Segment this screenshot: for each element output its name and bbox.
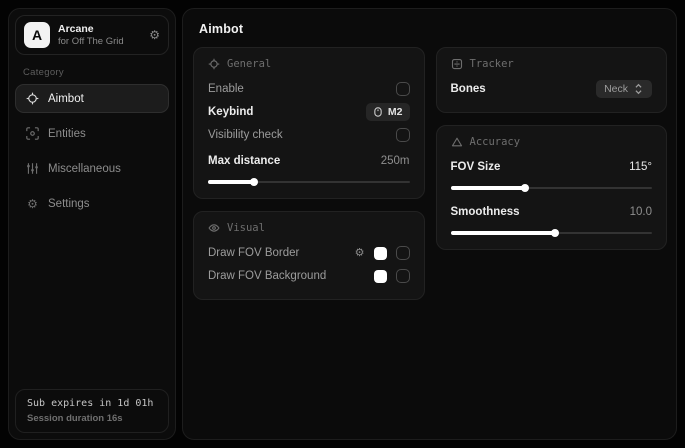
tracker-card: Tracker Bones Neck: [436, 47, 668, 113]
general-card-header: General: [208, 58, 410, 70]
keybind-row: Keybind M2: [208, 101, 410, 123]
bones-label: Bones: [451, 83, 486, 95]
sidebar: A Arcane for Off The Grid ⚙ Category Aim…: [8, 8, 176, 440]
keybind-value: M2: [388, 106, 403, 118]
app-identity: Arcane for Off The Grid: [58, 23, 141, 47]
left-column: General Enable Keybind: [193, 47, 425, 300]
max-distance-label: Max distance: [208, 155, 280, 167]
max-distance-slider[interactable]: [208, 178, 410, 186]
app-name: Arcane: [58, 23, 141, 35]
main-panel: Aimbot General Enable: [182, 8, 677, 440]
app-logo: A: [24, 22, 50, 48]
settings-gear-icon[interactable]: ⚙: [149, 29, 160, 41]
slider-fill: [208, 180, 254, 184]
app-subtitle: for Off The Grid: [58, 36, 141, 47]
sidebar-item-settings[interactable]: ⚙ Settings: [15, 189, 169, 218]
right-column: Tracker Bones Neck: [436, 47, 668, 300]
slider-fill: [451, 186, 526, 190]
slider-thumb[interactable]: [521, 184, 529, 192]
smoothness-slider[interactable]: [451, 229, 653, 237]
sidebar-item-label: Miscellaneous: [48, 163, 121, 175]
sidebar-item-aimbot[interactable]: Aimbot: [15, 84, 169, 113]
fov-size-label: FOV Size: [451, 161, 501, 173]
draw-fov-border-label: Draw FOV Border: [208, 247, 299, 259]
smoothness-label: Smoothness: [451, 206, 520, 218]
draw-fov-background-checkbox[interactable]: [396, 269, 410, 283]
draw-fov-background-controls: [374, 269, 410, 283]
general-card-title: General: [227, 58, 271, 70]
sidebar-item-miscellaneous[interactable]: Miscellaneous: [15, 154, 169, 183]
sidebar-item-entities[interactable]: Entities: [15, 119, 169, 148]
smoothness-row: Smoothness 10.0: [451, 201, 653, 223]
eye-icon: [208, 222, 220, 234]
category-label: Category: [15, 65, 169, 84]
general-card: General Enable Keybind: [193, 47, 425, 199]
app-window: A Arcane for Off The Grid ⚙ Category Aim…: [0, 0, 685, 448]
sidebar-item-label: Entities: [48, 128, 86, 140]
smoothness-value: 10.0: [630, 206, 652, 218]
tracker-card-title: Tracker: [470, 58, 514, 70]
target-box-icon: [451, 58, 463, 70]
triangle-icon: [451, 136, 463, 148]
row-settings-gear-icon[interactable]: ⚙: [355, 248, 365, 259]
crosshair-icon: [26, 92, 39, 105]
accuracy-card: Accuracy FOV Size 115° Smoothness: [436, 125, 668, 250]
visibility-check-label: Visibility check: [208, 129, 283, 141]
bones-select[interactable]: Neck: [596, 80, 652, 98]
subscription-status-card: Sub expires in 1d 01h Session duration 1…: [15, 389, 169, 433]
page-header: Aimbot: [183, 9, 676, 46]
keybind-label: Keybind: [208, 106, 253, 118]
chevrons-up-down-icon: [634, 83, 644, 95]
sidebar-item-label: Settings: [48, 198, 90, 210]
enable-checkbox[interactable]: [396, 82, 410, 96]
fov-size-slider[interactable]: [451, 184, 653, 192]
max-distance-value: 250m: [381, 155, 410, 167]
visual-card: Visual Draw FOV Border ⚙ Draw FOV Backgr…: [193, 211, 425, 300]
enable-row: Enable: [208, 78, 410, 100]
draw-fov-border-checkbox[interactable]: [396, 246, 410, 260]
accuracy-card-header: Accuracy: [451, 136, 653, 148]
draw-fov-background-row: Draw FOV Background: [208, 265, 410, 287]
bones-row: Bones Neck: [451, 78, 653, 100]
content-area: General Enable Keybind: [183, 46, 676, 310]
visual-card-title: Visual: [227, 222, 265, 234]
gear-icon: ⚙: [26, 197, 39, 210]
fov-background-color-swatch[interactable]: [374, 270, 387, 283]
fov-size-value: 115°: [629, 161, 652, 173]
page-title: Aimbot: [199, 22, 660, 36]
slider-fill: [451, 231, 556, 235]
fov-border-color-swatch[interactable]: [374, 247, 387, 260]
tracker-card-header: Tracker: [451, 58, 653, 70]
crosshair-icon: [208, 58, 220, 70]
eye-scan-icon: [26, 127, 39, 140]
slider-thumb[interactable]: [250, 178, 258, 186]
sub-expiry-text: Sub expires in 1d 01h: [27, 398, 157, 409]
session-duration-text: Session duration 16s: [27, 413, 157, 424]
keybind-button[interactable]: M2: [366, 103, 410, 121]
fov-size-row: FOV Size 115°: [451, 156, 653, 178]
draw-fov-background-label: Draw FOV Background: [208, 270, 326, 282]
visual-card-header: Visual: [208, 222, 410, 234]
draw-fov-border-controls: ⚙: [355, 246, 410, 260]
sidebar-item-label: Aimbot: [48, 93, 84, 105]
enable-label: Enable: [208, 83, 244, 95]
logo-card: A Arcane for Off The Grid ⚙: [15, 15, 169, 55]
sliders-icon: [26, 162, 39, 175]
mouse-icon: [373, 107, 383, 117]
draw-fov-border-row: Draw FOV Border ⚙: [208, 242, 410, 264]
visibility-check-row: Visibility check: [208, 124, 410, 146]
accuracy-card-title: Accuracy: [470, 136, 521, 148]
bones-selected-value: Neck: [604, 83, 628, 95]
slider-thumb[interactable]: [551, 229, 559, 237]
visibility-check-checkbox[interactable]: [396, 128, 410, 142]
max-distance-row: Max distance 250m: [208, 150, 410, 172]
